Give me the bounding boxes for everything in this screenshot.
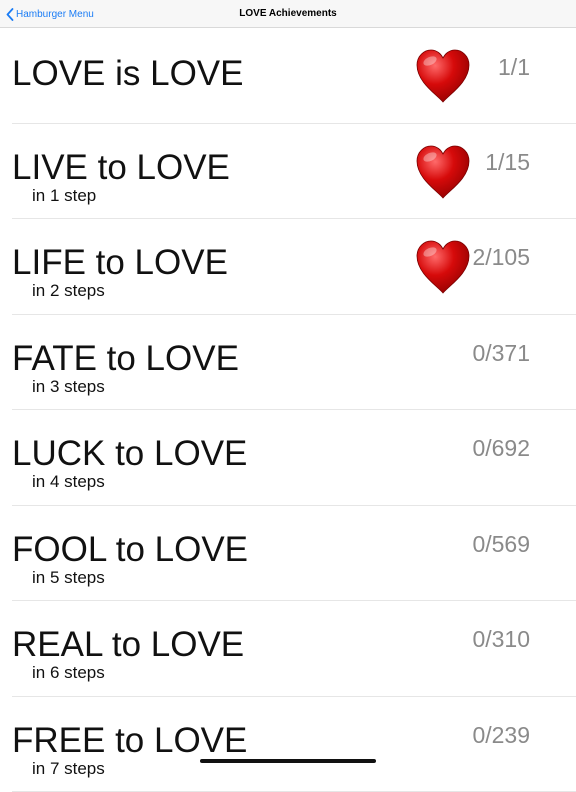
achievement-title: LIVE to LOVE <box>12 148 230 188</box>
achievement-row[interactable]: LIVE to LOVEin 1 step 1/15 <box>12 124 576 220</box>
achievement-title: LUCK to LOVE <box>12 434 247 474</box>
achievement-count: 1/1 <box>498 54 530 81</box>
achievement-title: LOVE is LOVE <box>12 54 243 94</box>
achievement-title: LIFE to LOVE <box>12 243 228 283</box>
achievement-title: FOOL to LOVE <box>12 530 248 570</box>
achievement-steps: in 6 steps <box>32 663 105 683</box>
achievement-title: REAL to LOVE <box>12 625 244 665</box>
achievement-count: 1/15 <box>485 149 530 176</box>
heart-icon <box>414 48 472 104</box>
achievement-steps: in 4 steps <box>32 472 105 492</box>
achievement-count: 0/239 <box>472 722 530 749</box>
achievement-count: 2/105 <box>472 244 530 271</box>
achievement-steps: in 2 steps <box>32 281 105 301</box>
achievement-count: 0/692 <box>472 435 530 462</box>
achievement-row[interactable]: FATE to LOVEin 3 steps 0/371 <box>12 315 576 411</box>
achievement-row[interactable]: LUCK to LOVEin 4 steps 0/692 <box>12 410 576 506</box>
achievement-row[interactable]: REAL to LOVEin 6 steps 0/310 <box>12 601 576 697</box>
achievement-row[interactable]: FOOL to LOVEin 5 steps 0/569 <box>12 506 576 602</box>
achievement-title: FATE to LOVE <box>12 339 239 379</box>
achievement-list: LOVE is LOVE 1/1 LIVE to LOVEin 1 step 1/15… <box>0 28 576 792</box>
heart-icon <box>414 239 472 295</box>
achievement-count: 0/371 <box>472 340 530 367</box>
page-title: LOVE Achievements <box>0 8 576 19</box>
home-indicator[interactable] <box>200 759 376 763</box>
achievement-steps: in 5 steps <box>32 568 105 588</box>
achievement-count: 0/569 <box>472 531 530 558</box>
achievement-row[interactable]: FREE to LOVEin 7 steps 0/239 <box>12 697 576 792</box>
achievement-title: FREE to LOVE <box>12 721 247 761</box>
achievement-steps: in 3 steps <box>32 377 105 397</box>
navigation-bar: Hamburger Menu LOVE Achievements <box>0 0 576 28</box>
achievement-row[interactable]: LOVE is LOVE 1/1 <box>12 28 576 124</box>
achievement-row[interactable]: LIFE to LOVEin 2 steps 2/105 <box>12 219 576 315</box>
achievement-steps: in 1 step <box>32 186 96 206</box>
heart-icon <box>414 144 472 200</box>
achievement-steps: in 7 steps <box>32 759 105 779</box>
achievement-count: 0/310 <box>472 626 530 653</box>
